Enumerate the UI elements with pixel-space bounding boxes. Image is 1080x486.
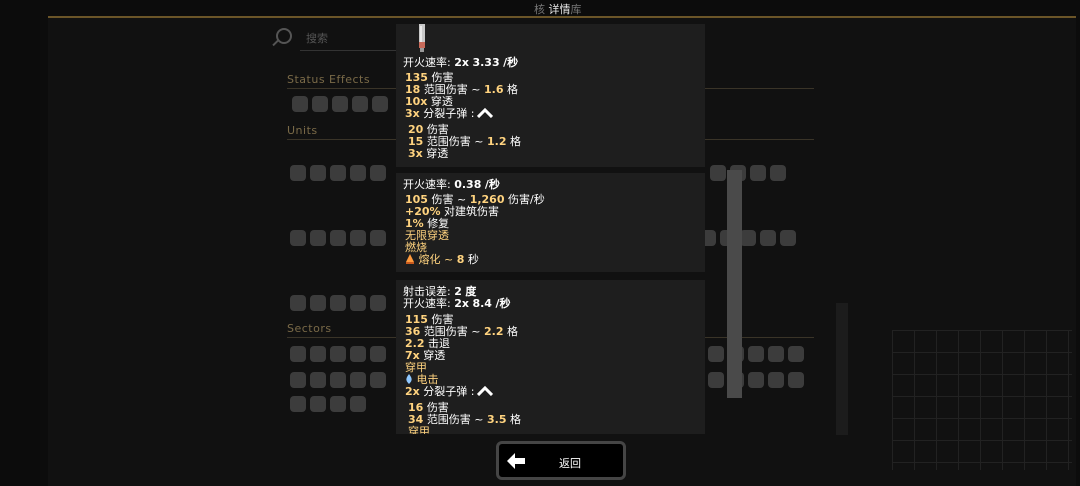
search-icon (276, 28, 292, 44)
search-placeholder: 搜索 (306, 32, 328, 45)
melting-icon (406, 254, 414, 264)
chevron-up-icon[interactable] (477, 108, 494, 118)
fire-rate-line: 开火速率: 2x 8.4 /秒 (403, 297, 511, 310)
chevron-up-icon[interactable] (477, 386, 494, 396)
units-icon-row (700, 230, 800, 250)
units-icon-row (290, 165, 390, 185)
melting-line: 熔化 ~ 8 秒 (405, 254, 479, 266)
ammo-stats-card: 开火速率: 2x 3.33 /秒 135 伤害 18 范围伤害 ~ 1.6 格 … (396, 24, 705, 167)
arrow-left-icon (507, 453, 525, 469)
ammo-stats-card: 开火速率: 0.38 /秒 105 伤害 ~ 1,260 伤害/秒 +20% 对… (396, 173, 705, 272)
ammo-stats-scroll-area[interactable]: 开火速率: 2x 3.33 /秒 135 伤害 18 范围伤害 ~ 1.6 格 … (396, 24, 706, 434)
fire-rate-line: 开火速率: 0.38 /秒 (403, 178, 500, 191)
sectors-icon-row (290, 346, 390, 366)
section-sectors: Sectors (287, 322, 332, 335)
search-underline (300, 50, 396, 51)
section-units: Units (287, 124, 318, 137)
fire-rate-line: 开火速率: 2x 3.33 /秒 (403, 56, 519, 69)
ammo-stats-card: 射击误差: 2 度 开火速率: 2x 8.4 /秒 115 伤害 36 范围伤害… (396, 280, 705, 434)
sectors-icon-row (708, 346, 808, 366)
fragment-armor-pierce-line: 穿甲 (408, 425, 430, 435)
back-button-label: 返回 (559, 457, 581, 470)
back-button[interactable]: 返回 (496, 441, 626, 480)
shocked-icon (406, 374, 412, 384)
section-status-effects: Status Effects (287, 73, 371, 86)
background-scrollbar (836, 303, 848, 435)
background-title: 核 详情库 (534, 3, 582, 16)
background-grid (892, 330, 1072, 470)
fragment-line[interactable]: 2x 分裂子弹 : (405, 386, 494, 398)
sectors-icon-row (290, 372, 390, 392)
sectors-icon-row (708, 372, 808, 392)
fragment-pierce-line: 3x 穿透 (408, 147, 449, 160)
fragment-line[interactable]: 3x 分裂子弹 : (405, 108, 494, 120)
status-effects-icon-row (292, 96, 392, 116)
stats-scrollbar[interactable] (727, 170, 742, 398)
units-icon-row (710, 165, 790, 185)
bullet-icon (419, 24, 425, 52)
units-icon-row (290, 230, 390, 250)
sectors-icon-row (290, 396, 370, 416)
units-icon-row (290, 295, 390, 315)
